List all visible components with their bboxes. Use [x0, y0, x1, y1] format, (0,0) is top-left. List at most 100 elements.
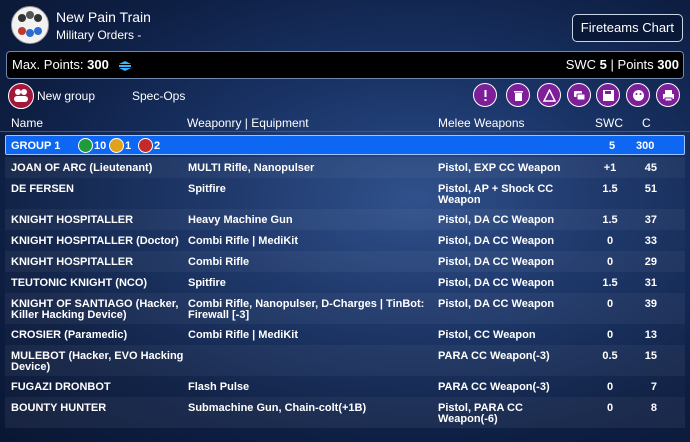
unit-melee: Pistol, DA CC Weapon [438, 235, 555, 247]
unit-cost: 33 [644, 235, 657, 247]
unit-row[interactable]: CROSIER (Paramedic) Combi Rifle | MediKit… [5, 324, 685, 345]
unit-weapons: Combi Rifle | MediKit [188, 329, 299, 341]
max-points-label: Max. Points: [12, 57, 84, 72]
group-row[interactable]: GROUP 1 10 1 2 5 300 [5, 135, 685, 155]
column-header-name[interactable]: Name [11, 116, 43, 130]
unit-row[interactable]: MULEBOT (Hacker, EVO Hacking Device) PARA … [5, 345, 685, 376]
new-group-button[interactable] [8, 83, 34, 109]
unit-melee: Pistol, DA CC Weapon [438, 298, 555, 310]
column-header-c[interactable]: C [642, 116, 651, 130]
army-logo-icon [11, 6, 49, 44]
unit-melee: Pistol, DA CC Weapon [438, 256, 555, 268]
print-button[interactable] [656, 83, 680, 107]
unit-swc: 1.5 [602, 277, 618, 289]
unit-swc: 0 [606, 381, 614, 393]
impetuous-order-icon [138, 138, 153, 153]
unit-name: Killer Hacking Device) [11, 309, 127, 321]
column-header-swc[interactable]: SWC [595, 116, 623, 130]
unit-weapons: Firewall [-3] [188, 309, 250, 321]
trash-icon [513, 90, 523, 101]
unit-weapons: Combi Rifle [188, 256, 250, 268]
unit-weapons: Spitfire [188, 183, 226, 195]
unit-name: KNIGHT HOSPITALLER (Doctor) [11, 235, 179, 247]
unit-swc: 0 [606, 256, 614, 268]
unit-name: KNIGHT HOSPITALLER [11, 256, 134, 268]
swc-label: SWC [565, 57, 597, 72]
regular-order-icon [78, 138, 93, 153]
unit-name: BOUNTY HUNTER [11, 402, 107, 414]
unit-cost: 45 [644, 162, 657, 174]
printer-icon [662, 89, 674, 101]
unit-weapons: Flash Pulse [188, 381, 250, 393]
spec-ops-link[interactable]: Spec-Ops [132, 89, 185, 103]
unit-cost: 39 [644, 298, 657, 310]
group-cost: 300 [636, 140, 655, 152]
unit-row[interactable]: KNIGHT HOSPITALLER Combi Rifle Pistol, DA … [5, 251, 685, 272]
irregular-order-icon [109, 138, 124, 153]
points-value: 300 [657, 57, 679, 72]
unit-swc: 1.5 [602, 183, 618, 195]
save-button[interactable] [596, 83, 620, 107]
unit-weapons: Combi Rifle | MediKit [188, 235, 299, 247]
unit-melee: Pistol, EXP CC Weapon [438, 162, 561, 174]
swc-value: 5 [599, 57, 607, 72]
group-label: GROUP 1 [11, 140, 61, 152]
unit-cost: 31 [644, 277, 657, 289]
face-button[interactable] [626, 83, 650, 107]
warning-button[interactable] [537, 83, 561, 107]
toolbar: New group Spec-Ops [0, 80, 690, 110]
unit-cost: 15 [644, 350, 657, 362]
unit-swc: +1 [603, 162, 617, 174]
unit-name: TEUTONIC KNIGHT (NCO) [11, 277, 148, 289]
impetuous-orders-count: 2 [154, 140, 161, 152]
unit-swc: 0 [606, 329, 614, 341]
unit-swc: 1.5 [602, 214, 618, 226]
unit-name: KNIGHT HOSPITALLER [11, 214, 134, 226]
unit-cost: 37 [644, 214, 657, 226]
unit-row[interactable]: KNIGHT OF SANTIAGO (Hacker, Killer Hackin… [5, 293, 685, 324]
unit-row[interactable]: TEUTONIC KNIGHT (NCO) Spitfire Pistol, DA … [5, 272, 685, 293]
column-header-weapons[interactable]: Weaponry | Equipment [187, 116, 309, 130]
unit-row[interactable]: FUGAZI DRONBOT Flash Pulse PARA CC Weapon(… [5, 376, 685, 397]
unit-weapons: Heavy Machine Gun [188, 214, 293, 226]
chat-button[interactable] [567, 83, 591, 107]
irregular-orders-count: 1 [125, 140, 132, 152]
unit-cost: 8 [650, 402, 657, 414]
unit-cost: 29 [644, 256, 657, 268]
fireteams-chart-button[interactable]: Fireteams Chart [571, 14, 683, 42]
unit-swc: 0 [606, 235, 614, 247]
unit-row[interactable]: KNIGHT HOSPITALLER Heavy Machine Gun Pisto… [5, 209, 685, 230]
unit-name: FUGAZI DRONBOT [11, 381, 111, 393]
unit-melee: Pistol, DA CC Weapon [438, 214, 555, 226]
unit-swc: 0 [606, 298, 614, 310]
unit-row[interactable]: JOAN OF ARC (Lieutenant) MULTI Rifle, Nan… [5, 157, 685, 178]
unit-name: Device) [11, 361, 51, 373]
unit-cost: 51 [644, 183, 657, 195]
swap-icon[interactable] [118, 60, 132, 71]
unit-row[interactable]: DE FERSEN Spitfire Pistol, AP + Shock CC We… [5, 178, 685, 209]
list-subtitle: Military Orders - [56, 28, 142, 42]
delete-button[interactable] [506, 83, 530, 107]
save-icon [602, 89, 614, 101]
unit-melee: Weapon(-6) [438, 413, 498, 425]
warning-icon [542, 88, 556, 102]
column-header-melee[interactable]: Melee Weapons [438, 116, 525, 130]
unit-cost: 7 [650, 381, 657, 393]
unit-weapons: Spitfire [188, 277, 226, 289]
chat-icon [573, 90, 585, 100]
new-group-label[interactable]: New group [37, 89, 95, 103]
unit-swc: 0.5 [602, 350, 618, 362]
unit-melee: PARA CC Weapon(-3) [438, 350, 550, 362]
info-button[interactable] [473, 83, 497, 107]
points-bar: Max. Points: 300 SWC 5 | Points 300 [6, 51, 684, 79]
smiley-icon [632, 89, 644, 101]
army-header: New Pain Train Military Orders - Firetea… [0, 0, 690, 48]
points-separator: | [610, 57, 614, 72]
unit-row[interactable]: KNIGHT HOSPITALLER (Doctor) Combi Rifle |… [5, 230, 685, 251]
regular-orders-count: 10 [94, 140, 107, 152]
unit-melee: Pistol, CC Weapon [438, 329, 536, 341]
unit-row[interactable]: BOUNTY HUNTER Submachine Gun, Chain-colt(… [5, 397, 685, 428]
unit-weapons: Submachine Gun, Chain-colt(+1B) [188, 402, 367, 414]
unit-name: JOAN OF ARC (Lieutenant) [11, 162, 153, 174]
unit-melee: PARA CC Weapon(-3) [438, 381, 550, 393]
